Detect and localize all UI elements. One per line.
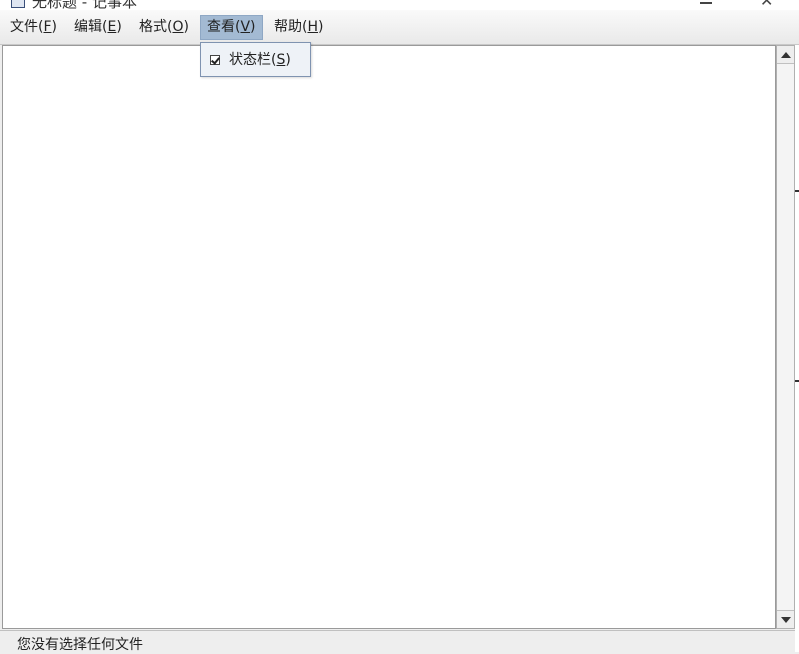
menu-edit[interactable]: 编辑(E)	[68, 15, 128, 40]
text-editor-area[interactable]	[2, 45, 776, 629]
menu-item-label: 状态栏(S)	[229, 52, 291, 68]
status-text: 您没有选择任何文件	[17, 637, 143, 653]
checkbox-checked-icon[interactable]	[210, 55, 220, 65]
menu-bar: 文件(F) 编辑(E) 格式(O) 查看(V) 帮助(H)	[0, 10, 799, 45]
scroll-up-button[interactable]	[777, 46, 794, 64]
close-icon[interactable]: ✕	[760, 0, 773, 10]
menu-view[interactable]: 查看(V)	[200, 15, 263, 40]
edge-mark	[795, 380, 799, 382]
arrow-up-icon	[781, 52, 791, 58]
status-bar: 您没有选择任何文件	[0, 630, 795, 653]
scroll-track[interactable]	[777, 64, 794, 610]
menu-file[interactable]: 文件(F)	[4, 15, 63, 40]
window-title: 无标题 - 记事本	[32, 0, 137, 10]
scroll-down-button[interactable]	[777, 610, 794, 628]
edge-mark	[795, 190, 799, 192]
window-edge	[795, 45, 799, 652]
menu-help[interactable]: 帮助(H)	[268, 15, 329, 40]
title-bar: 无标题 - 记事本 ✕	[0, 0, 799, 10]
minimize-icon[interactable]	[700, 2, 712, 4]
arrow-down-icon	[781, 617, 791, 623]
vertical-scrollbar[interactable]	[776, 45, 795, 629]
view-menu-dropdown: 状态栏(S)	[200, 42, 311, 77]
menu-item-status-bar[interactable]: 状态栏(S)	[202, 46, 309, 74]
app-icon	[11, 0, 25, 8]
menu-format[interactable]: 格式(O)	[133, 15, 195, 40]
